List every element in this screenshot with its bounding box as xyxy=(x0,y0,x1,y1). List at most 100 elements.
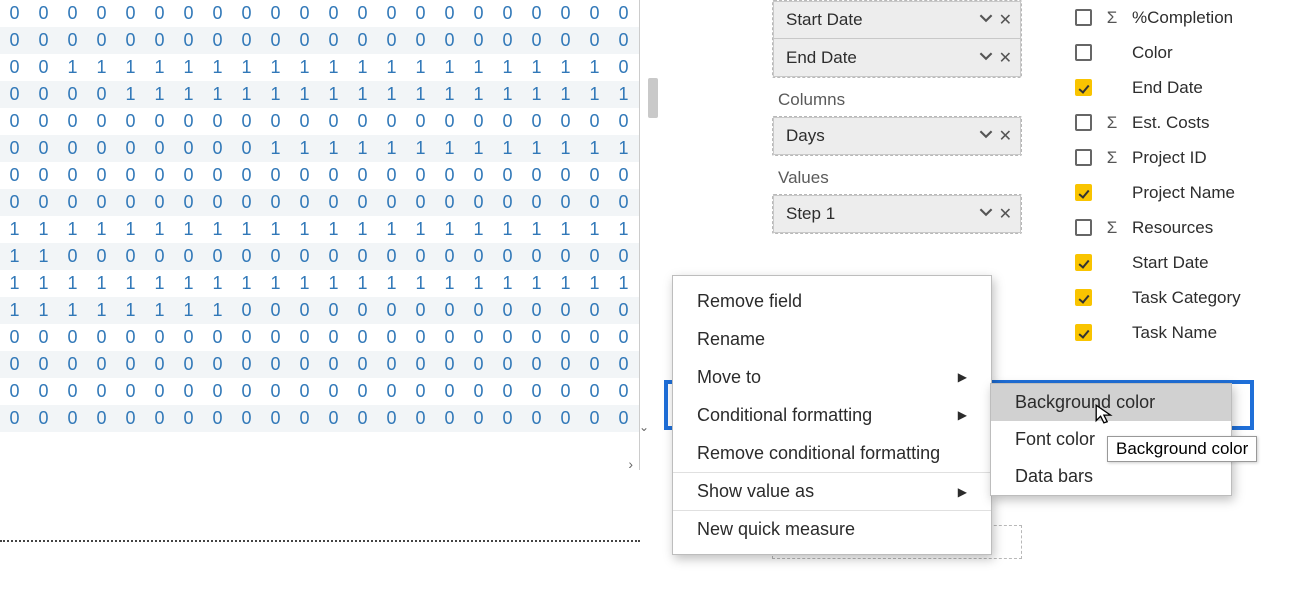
matrix-cell: 1 xyxy=(29,243,58,270)
columns-item-days[interactable]: Days ✕ xyxy=(773,117,1021,155)
tooltip-text: Background color xyxy=(1116,439,1248,458)
matrix-cell: 1 xyxy=(116,216,145,243)
chevron-right-icon: › xyxy=(628,456,633,472)
matrix-cell: 1 xyxy=(87,54,116,81)
matrix-cell: 0 xyxy=(87,27,116,54)
matrix-body: 0000000000000000000000000000000000000000… xyxy=(0,0,639,432)
menu-item-rename[interactable]: Rename xyxy=(673,320,991,358)
checkbox[interactable] xyxy=(1075,289,1092,306)
field-row-project-id[interactable]: ΣProject ID xyxy=(1075,140,1295,175)
menu-item-conditional-formatting[interactable]: Conditional formatting▶ xyxy=(673,396,991,434)
field-row--completion[interactable]: Σ%Completion xyxy=(1075,0,1295,35)
remove-icon[interactable]: ✕ xyxy=(999,126,1012,146)
submenu-item-background-color[interactable]: Background color xyxy=(991,384,1231,421)
matrix-cell: 0 xyxy=(0,324,29,351)
fields-list: Σ%CompletionΣColorΣEnd DateΣEst. CostsΣP… xyxy=(1075,0,1295,350)
field-row-resources[interactable]: ΣResources xyxy=(1075,210,1295,245)
matrix-cell: 1 xyxy=(493,216,522,243)
remove-icon[interactable]: ✕ xyxy=(999,204,1012,224)
rows-item-start-date[interactable]: Start Date ✕ xyxy=(773,1,1021,39)
menu-item-new-quick-measure[interactable]: New quick measure xyxy=(673,510,991,548)
rows-item-end-date[interactable]: End Date ✕ xyxy=(773,39,1021,77)
menu-item-show-value-as[interactable]: Show value as▶ xyxy=(673,472,991,510)
matrix-cell: 0 xyxy=(435,0,464,27)
matrix-cell: 1 xyxy=(58,54,87,81)
matrix-cell: 0 xyxy=(261,243,290,270)
matrix-cell: 0 xyxy=(580,189,609,216)
checkbox[interactable] xyxy=(1075,79,1092,96)
field-row-task-name[interactable]: ΣTask Name xyxy=(1075,315,1295,350)
menu-item-label: Conditional formatting xyxy=(697,405,872,426)
menu-item-remove-conditional-formatting[interactable]: Remove conditional formatting xyxy=(673,434,991,472)
field-row-est-costs[interactable]: ΣEst. Costs xyxy=(1075,105,1295,140)
field-row-task-category[interactable]: ΣTask Category xyxy=(1075,280,1295,315)
field-row-color[interactable]: ΣColor xyxy=(1075,35,1295,70)
matrix-cell: 0 xyxy=(87,243,116,270)
checkbox[interactable] xyxy=(1075,324,1092,341)
values-item-step-1[interactable]: Step 1 ✕ xyxy=(773,195,1021,233)
checkbox[interactable] xyxy=(1075,149,1092,166)
matrix-row: 1111111111111111111111 xyxy=(0,216,639,243)
matrix-cell: 1 xyxy=(580,54,609,81)
matrix-scroll-v[interactable]: ⌄ xyxy=(639,420,649,434)
field-row-project-name[interactable]: ΣProject Name xyxy=(1075,175,1295,210)
matrix-cell: 1 xyxy=(580,270,609,297)
matrix-cell: 0 xyxy=(609,378,638,405)
matrix-cell: 0 xyxy=(551,378,580,405)
matrix-cell: 1 xyxy=(87,270,116,297)
matrix-cell: 0 xyxy=(319,351,348,378)
matrix-cell: 0 xyxy=(319,162,348,189)
chevron-down-icon[interactable] xyxy=(979,126,993,146)
matrix-cell: 0 xyxy=(377,189,406,216)
matrix-cell: 0 xyxy=(261,297,290,324)
chevron-down-icon[interactable] xyxy=(979,10,993,30)
remove-icon[interactable]: ✕ xyxy=(999,10,1012,30)
values-well[interactable]: Step 1 ✕ xyxy=(772,194,1022,234)
matrix-cell: 1 xyxy=(174,216,203,243)
matrix-cell: 0 xyxy=(58,324,87,351)
menu-item-move-to[interactable]: Move to▶ xyxy=(673,358,991,396)
checkbox[interactable] xyxy=(1075,254,1092,271)
matrix-cell: 0 xyxy=(377,162,406,189)
canvas-pane-handle[interactable] xyxy=(648,78,658,118)
chevron-down-icon[interactable] xyxy=(979,48,993,68)
chevron-down-icon[interactable] xyxy=(979,204,993,224)
menu-item-remove-field[interactable]: Remove field xyxy=(673,282,991,320)
matrix-cell: 0 xyxy=(435,27,464,54)
matrix-cell: 0 xyxy=(580,297,609,324)
matrix-cell: 1 xyxy=(290,81,319,108)
submenu-item-data-bars[interactable]: Data bars xyxy=(991,458,1231,495)
matrix-cell: 0 xyxy=(377,378,406,405)
matrix-scroll-h[interactable]: › xyxy=(0,456,639,471)
matrix-cell: 0 xyxy=(116,27,145,54)
matrix-cell: 0 xyxy=(464,405,493,432)
matrix-cell: 1 xyxy=(87,297,116,324)
matrix-cell: 1 xyxy=(203,216,232,243)
matrix-cell: 0 xyxy=(377,297,406,324)
remove-icon[interactable]: ✕ xyxy=(999,48,1012,68)
rows-well[interactable]: Start Date ✕ End Date ✕ xyxy=(772,0,1022,78)
matrix-cell: 1 xyxy=(493,81,522,108)
matrix-cell: 0 xyxy=(29,81,58,108)
matrix-cell: 0 xyxy=(377,243,406,270)
checkbox[interactable] xyxy=(1075,184,1092,201)
matrix-cell: 0 xyxy=(406,378,435,405)
matrix-visual[interactable]: 0000000000000000000000000000000000000000… xyxy=(0,0,640,470)
checkbox[interactable] xyxy=(1075,219,1092,236)
checkbox[interactable] xyxy=(1075,44,1092,61)
checkbox[interactable] xyxy=(1075,9,1092,26)
matrix-cell: 1 xyxy=(348,81,377,108)
matrix-cell: 0 xyxy=(232,27,261,54)
matrix-cell: 0 xyxy=(29,108,58,135)
matrix-cell: 0 xyxy=(348,405,377,432)
matrix-cell: 0 xyxy=(319,324,348,351)
matrix-cell: 0 xyxy=(203,243,232,270)
columns-well[interactable]: Days ✕ xyxy=(772,116,1022,156)
matrix-cell: 1 xyxy=(290,270,319,297)
matrix-cell: 0 xyxy=(58,378,87,405)
field-row-end-date[interactable]: ΣEnd Date xyxy=(1075,70,1295,105)
field-row-start-date[interactable]: ΣStart Date xyxy=(1075,245,1295,280)
matrix-cell: 0 xyxy=(522,297,551,324)
checkbox[interactable] xyxy=(1075,114,1092,131)
matrix-cell: 0 xyxy=(319,189,348,216)
